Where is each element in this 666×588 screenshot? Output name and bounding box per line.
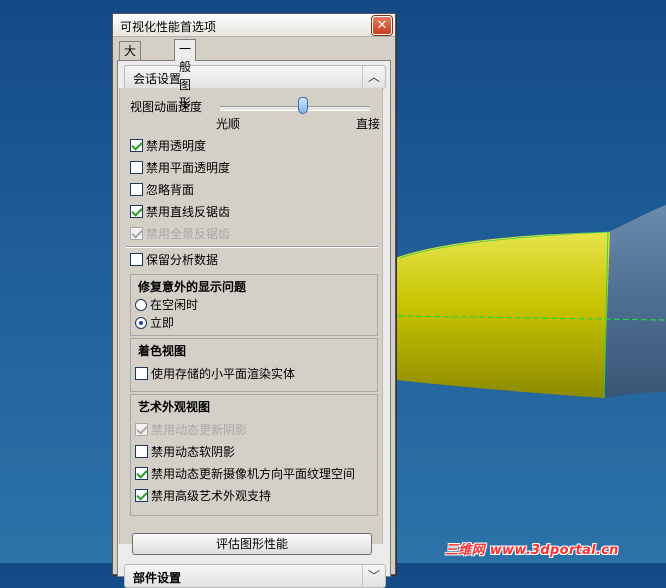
radio-button[interactable] <box>135 298 147 311</box>
radio-label: 在空闲时 <box>150 298 199 312</box>
checkbox-box[interactable] <box>130 139 143 152</box>
checkbox-box[interactable] <box>130 253 143 266</box>
checkbox-box[interactable] <box>135 467 148 480</box>
separator <box>126 246 378 248</box>
radio-on-idle[interactable]: 在空闲时 <box>135 296 198 314</box>
slider-min-label: 光顺 <box>216 117 241 131</box>
radio-immediately[interactable]: 立即 <box>135 314 174 332</box>
dialog-title: 可视化性能首选项 <box>120 20 217 34</box>
visualization-performance-dialog: 可视化性能首选项 ✕ 大模型 一般图形 会话设置 ︿ 视图动画速度 光顺 直接 … <box>112 13 396 588</box>
checkbox-box[interactable] <box>130 161 143 174</box>
checkbox-label: 禁用直线反锯齿 <box>146 205 231 219</box>
checkbox-box[interactable] <box>135 367 148 380</box>
title-bar[interactable]: 可视化性能首选项 ✕ <box>113 14 395 37</box>
section-title: 会话设置 <box>133 72 182 86</box>
checkbox-label: 禁用高级艺术外观支持 <box>151 489 272 503</box>
animation-speed-slider-track[interactable] <box>220 106 370 111</box>
fix-display-group: 修复意外的显示问题 在空闲时 立即 <box>130 274 378 336</box>
model-body-part <box>603 205 666 398</box>
checkbox-label: 使用存储的小平面渲染实体 <box>151 367 296 381</box>
checkbox-disable-soft-shadow[interactable]: 禁用动态软阴影 <box>135 443 235 461</box>
checkbox-box <box>130 227 143 240</box>
parts-settings-header[interactable]: 部件设置 ﹀ <box>124 564 386 588</box>
checkbox-box[interactable] <box>135 445 148 458</box>
checkbox-use-stored-facets[interactable]: 使用存储的小平面渲染实体 <box>135 365 295 383</box>
checkbox-label: 禁用动态软阴影 <box>151 445 236 459</box>
checkbox-ignore-backface[interactable]: 忽略背面 <box>130 181 194 199</box>
checkbox-label: 忽略背面 <box>146 183 195 197</box>
radio-label: 立即 <box>150 316 175 330</box>
tab-panel: 会话设置 ︿ 视图动画速度 光顺 直接 禁用透明度 禁用平面透明度 忽略背面 禁… <box>117 60 391 588</box>
close-icon[interactable]: ✕ <box>372 16 392 35</box>
group-title: 修复意外的显示问题 <box>138 280 247 294</box>
checkbox-disable-camera-texture[interactable]: 禁用动态更新摄像机方向平面纹理空间 <box>135 465 355 483</box>
tab-general-graphics[interactable]: 一般图形 <box>174 39 197 110</box>
checkbox-label: 禁用动态更新阴影 <box>151 423 248 437</box>
artistic-view-group: 艺术外观视图 禁用动态更新阴影 禁用动态软阴影 禁用动态更新摄像机方向平面纹理空… <box>130 394 378 516</box>
checkbox-label: 禁用全景反锯齿 <box>146 227 231 241</box>
checkbox-label: 禁用透明度 <box>146 139 207 153</box>
session-settings-body: 视图动画速度 光顺 直接 禁用透明度 禁用平面透明度 忽略背面 禁用直线反锯齿 … <box>119 88 383 544</box>
checkbox-box[interactable] <box>130 183 143 196</box>
checkbox-box <box>135 423 148 436</box>
model-nose-cone <box>391 232 610 398</box>
radio-button[interactable] <box>135 316 147 329</box>
section-title: 部件设置 <box>133 571 182 585</box>
checkbox-disable-dynamic-shadow: 禁用动态更新阴影 <box>135 421 247 439</box>
checkbox-keep-analysis-data[interactable]: 保留分析数据 <box>130 251 218 269</box>
slider-max-label: 直接 <box>356 117 381 131</box>
chevron-up-icon[interactable]: ︿ <box>362 66 385 88</box>
tab-large-model[interactable]: 大模型 <box>119 41 142 94</box>
checkbox-box[interactable] <box>130 205 143 218</box>
checkbox-box[interactable] <box>135 489 148 502</box>
checkbox-label: 保留分析数据 <box>146 253 219 267</box>
evaluate-graphics-button[interactable]: 评估图形性能 <box>132 533 372 555</box>
site-watermark: 三维网 www.3dportal.cn <box>445 543 619 558</box>
checkbox-disable-plane-transparency[interactable]: 禁用平面透明度 <box>130 159 230 177</box>
shaded-view-group: 着色视图 使用存储的小平面渲染实体 <box>130 338 378 392</box>
checkbox-disable-advanced-artistic[interactable]: 禁用高级艺术外观支持 <box>135 487 271 505</box>
checkbox-label: 禁用平面透明度 <box>146 161 231 175</box>
group-title: 着色视图 <box>138 344 187 358</box>
checkbox-disable-line-antialias[interactable]: 禁用直线反锯齿 <box>130 203 230 221</box>
chevron-down-icon[interactable]: ﹀ <box>362 565 385 587</box>
animation-speed-slider-thumb[interactable] <box>297 97 308 114</box>
checkbox-disable-fullscene-antialias: 禁用全景反锯齿 <box>130 225 230 243</box>
session-settings-header[interactable]: 会话设置 ︿ <box>124 65 386 89</box>
checkbox-disable-transparency[interactable]: 禁用透明度 <box>130 137 206 155</box>
checkbox-label: 禁用动态更新摄像机方向平面纹理空间 <box>151 467 356 481</box>
animation-speed-label: 视图动画速度 <box>130 100 203 114</box>
group-title: 艺术外观视图 <box>138 400 211 414</box>
